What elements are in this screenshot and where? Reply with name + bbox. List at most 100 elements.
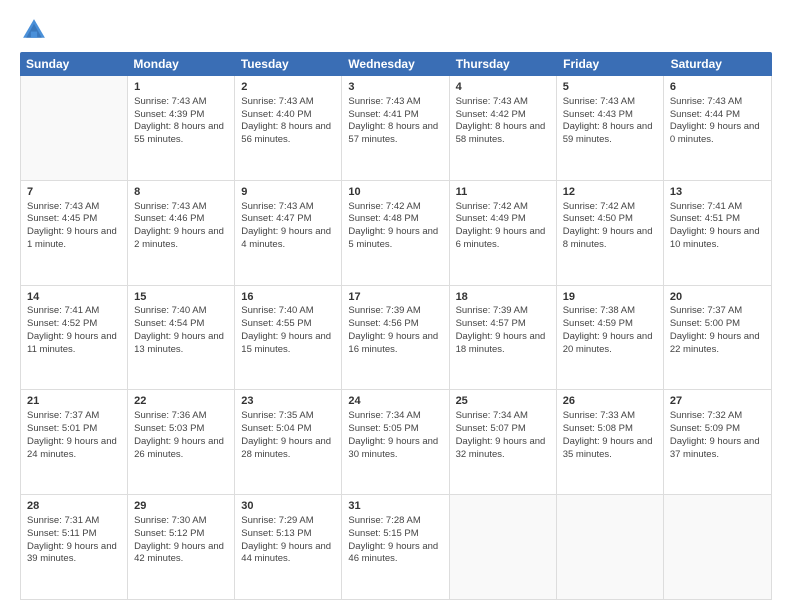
day-cell: 24Sunrise: 7:34 AMSunset: 5:05 PMDayligh… <box>342 390 449 494</box>
day-cell: 16Sunrise: 7:40 AMSunset: 4:55 PMDayligh… <box>235 286 342 390</box>
day-info: Sunrise: 7:36 AMSunset: 5:03 PMDaylight:… <box>134 410 228 461</box>
day-number: 1 <box>134 80 228 95</box>
week-row-5: 28Sunrise: 7:31 AMSunset: 5:11 PMDayligh… <box>21 495 771 599</box>
day-info: Sunrise: 7:34 AMSunset: 5:07 PMDaylight:… <box>456 410 550 461</box>
day-number: 3 <box>348 80 442 95</box>
day-cell: 8Sunrise: 7:43 AMSunset: 4:46 PMDaylight… <box>128 181 235 285</box>
day-number: 16 <box>241 290 335 305</box>
day-number: 19 <box>563 290 657 305</box>
day-info: Sunrise: 7:43 AMSunset: 4:45 PMDaylight:… <box>27 201 121 252</box>
header-cell-monday: Monday <box>127 52 234 76</box>
header-cell-wednesday: Wednesday <box>342 52 449 76</box>
day-info: Sunrise: 7:43 AMSunset: 4:44 PMDaylight:… <box>670 96 765 147</box>
day-cell: 21Sunrise: 7:37 AMSunset: 5:01 PMDayligh… <box>21 390 128 494</box>
day-cell: 4Sunrise: 7:43 AMSunset: 4:42 PMDaylight… <box>450 76 557 180</box>
day-info: Sunrise: 7:37 AMSunset: 5:01 PMDaylight:… <box>27 410 121 461</box>
day-cell: 14Sunrise: 7:41 AMSunset: 4:52 PMDayligh… <box>21 286 128 390</box>
day-number: 25 <box>456 394 550 409</box>
day-number: 4 <box>456 80 550 95</box>
day-number: 14 <box>27 290 121 305</box>
day-info: Sunrise: 7:33 AMSunset: 5:08 PMDaylight:… <box>563 410 657 461</box>
day-cell: 17Sunrise: 7:39 AMSunset: 4:56 PMDayligh… <box>342 286 449 390</box>
week-row-4: 21Sunrise: 7:37 AMSunset: 5:01 PMDayligh… <box>21 390 771 495</box>
day-info: Sunrise: 7:40 AMSunset: 4:54 PMDaylight:… <box>134 305 228 356</box>
day-info: Sunrise: 7:39 AMSunset: 4:57 PMDaylight:… <box>456 305 550 356</box>
day-number: 21 <box>27 394 121 409</box>
week-row-3: 14Sunrise: 7:41 AMSunset: 4:52 PMDayligh… <box>21 286 771 391</box>
day-info: Sunrise: 7:42 AMSunset: 4:50 PMDaylight:… <box>563 201 657 252</box>
day-info: Sunrise: 7:30 AMSunset: 5:12 PMDaylight:… <box>134 515 228 566</box>
day-number: 30 <box>241 499 335 514</box>
day-number: 22 <box>134 394 228 409</box>
day-number: 28 <box>27 499 121 514</box>
logo-icon <box>20 16 48 44</box>
day-number: 8 <box>134 185 228 200</box>
day-info: Sunrise: 7:34 AMSunset: 5:05 PMDaylight:… <box>348 410 442 461</box>
day-number: 20 <box>670 290 765 305</box>
day-cell <box>557 495 664 599</box>
day-cell: 28Sunrise: 7:31 AMSunset: 5:11 PMDayligh… <box>21 495 128 599</box>
day-number: 11 <box>456 185 550 200</box>
day-info: Sunrise: 7:43 AMSunset: 4:40 PMDaylight:… <box>241 96 335 147</box>
day-info: Sunrise: 7:32 AMSunset: 5:09 PMDaylight:… <box>670 410 765 461</box>
day-cell: 25Sunrise: 7:34 AMSunset: 5:07 PMDayligh… <box>450 390 557 494</box>
day-cell <box>21 76 128 180</box>
day-number: 29 <box>134 499 228 514</box>
day-number: 5 <box>563 80 657 95</box>
day-info: Sunrise: 7:35 AMSunset: 5:04 PMDaylight:… <box>241 410 335 461</box>
day-info: Sunrise: 7:39 AMSunset: 4:56 PMDaylight:… <box>348 305 442 356</box>
day-info: Sunrise: 7:43 AMSunset: 4:46 PMDaylight:… <box>134 201 228 252</box>
header-cell-saturday: Saturday <box>665 52 772 76</box>
day-cell <box>664 495 771 599</box>
calendar-body: 1Sunrise: 7:43 AMSunset: 4:39 PMDaylight… <box>20 76 772 600</box>
day-cell: 26Sunrise: 7:33 AMSunset: 5:08 PMDayligh… <box>557 390 664 494</box>
day-number: 10 <box>348 185 442 200</box>
day-cell: 29Sunrise: 7:30 AMSunset: 5:12 PMDayligh… <box>128 495 235 599</box>
day-cell: 9Sunrise: 7:43 AMSunset: 4:47 PMDaylight… <box>235 181 342 285</box>
day-number: 7 <box>27 185 121 200</box>
day-info: Sunrise: 7:29 AMSunset: 5:13 PMDaylight:… <box>241 515 335 566</box>
day-cell: 10Sunrise: 7:42 AMSunset: 4:48 PMDayligh… <box>342 181 449 285</box>
day-cell: 6Sunrise: 7:43 AMSunset: 4:44 PMDaylight… <box>664 76 771 180</box>
day-cell: 5Sunrise: 7:43 AMSunset: 4:43 PMDaylight… <box>557 76 664 180</box>
day-info: Sunrise: 7:38 AMSunset: 4:59 PMDaylight:… <box>563 305 657 356</box>
logo <box>20 16 52 44</box>
header-cell-sunday: Sunday <box>20 52 127 76</box>
day-info: Sunrise: 7:37 AMSunset: 5:00 PMDaylight:… <box>670 305 765 356</box>
day-cell: 30Sunrise: 7:29 AMSunset: 5:13 PMDayligh… <box>235 495 342 599</box>
day-cell: 2Sunrise: 7:43 AMSunset: 4:40 PMDaylight… <box>235 76 342 180</box>
header <box>20 16 772 44</box>
calendar-header: SundayMondayTuesdayWednesdayThursdayFrid… <box>20 52 772 76</box>
day-cell: 20Sunrise: 7:37 AMSunset: 5:00 PMDayligh… <box>664 286 771 390</box>
day-info: Sunrise: 7:43 AMSunset: 4:43 PMDaylight:… <box>563 96 657 147</box>
day-cell <box>450 495 557 599</box>
day-number: 17 <box>348 290 442 305</box>
day-number: 31 <box>348 499 442 514</box>
day-info: Sunrise: 7:43 AMSunset: 4:41 PMDaylight:… <box>348 96 442 147</box>
page: SundayMondayTuesdayWednesdayThursdayFrid… <box>0 0 792 612</box>
day-cell: 27Sunrise: 7:32 AMSunset: 5:09 PMDayligh… <box>664 390 771 494</box>
day-info: Sunrise: 7:41 AMSunset: 4:52 PMDaylight:… <box>27 305 121 356</box>
day-number: 26 <box>563 394 657 409</box>
day-info: Sunrise: 7:43 AMSunset: 4:47 PMDaylight:… <box>241 201 335 252</box>
day-number: 2 <box>241 80 335 95</box>
day-cell: 13Sunrise: 7:41 AMSunset: 4:51 PMDayligh… <box>664 181 771 285</box>
day-number: 9 <box>241 185 335 200</box>
day-cell: 12Sunrise: 7:42 AMSunset: 4:50 PMDayligh… <box>557 181 664 285</box>
calendar: SundayMondayTuesdayWednesdayThursdayFrid… <box>20 52 772 600</box>
day-cell: 23Sunrise: 7:35 AMSunset: 5:04 PMDayligh… <box>235 390 342 494</box>
day-cell: 3Sunrise: 7:43 AMSunset: 4:41 PMDaylight… <box>342 76 449 180</box>
day-info: Sunrise: 7:42 AMSunset: 4:49 PMDaylight:… <box>456 201 550 252</box>
day-number: 15 <box>134 290 228 305</box>
day-cell: 31Sunrise: 7:28 AMSunset: 5:15 PMDayligh… <box>342 495 449 599</box>
day-number: 27 <box>670 394 765 409</box>
header-cell-tuesday: Tuesday <box>235 52 342 76</box>
day-cell: 19Sunrise: 7:38 AMSunset: 4:59 PMDayligh… <box>557 286 664 390</box>
day-number: 13 <box>670 185 765 200</box>
day-number: 18 <box>456 290 550 305</box>
day-info: Sunrise: 7:42 AMSunset: 4:48 PMDaylight:… <box>348 201 442 252</box>
day-info: Sunrise: 7:41 AMSunset: 4:51 PMDaylight:… <box>670 201 765 252</box>
day-info: Sunrise: 7:31 AMSunset: 5:11 PMDaylight:… <box>27 515 121 566</box>
week-row-1: 1Sunrise: 7:43 AMSunset: 4:39 PMDaylight… <box>21 76 771 181</box>
header-cell-friday: Friday <box>557 52 664 76</box>
